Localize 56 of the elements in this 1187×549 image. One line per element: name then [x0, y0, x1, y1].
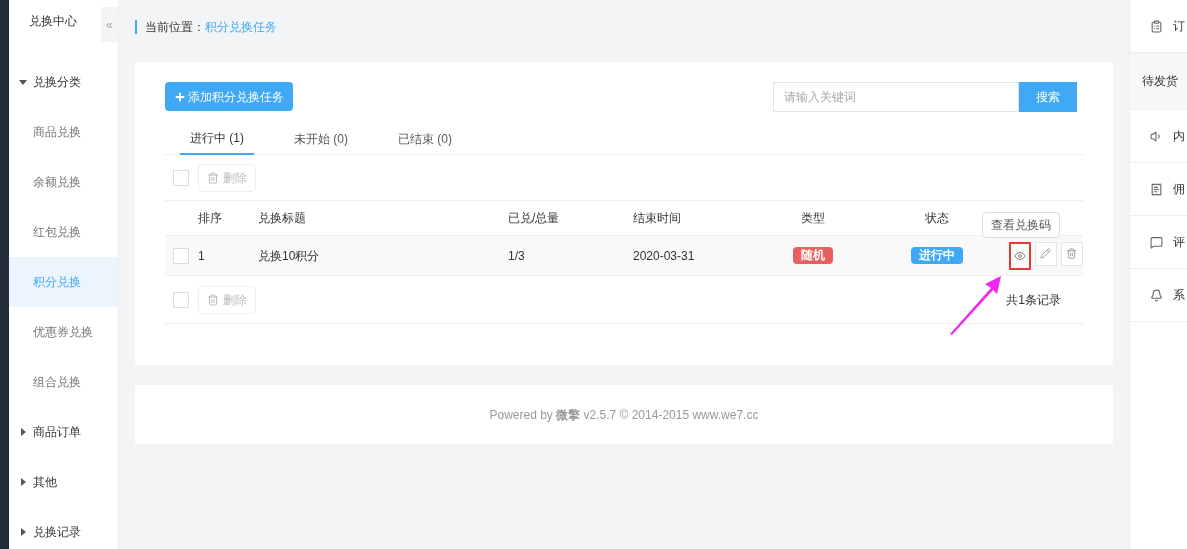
checkbox[interactable] [172, 247, 189, 264]
panel-item[interactable]: 待发货 [1129, 53, 1187, 110]
caret-right-icon [18, 428, 27, 436]
sidebar-item[interactable]: 优惠券兑换 [8, 307, 118, 357]
column-header: 结束时间 [632, 210, 681, 227]
panel-item[interactable]: 佣 [1129, 163, 1187, 216]
sidebar-group[interactable]: 兑换记录 [8, 507, 118, 549]
checkbox[interactable] [172, 291, 189, 308]
column-header: 兑换标题 [257, 210, 306, 227]
table-cell-text: 兑换10积分 [257, 247, 321, 265]
speaker-icon [1149, 129, 1163, 143]
bell-icon [1149, 288, 1163, 302]
sidebar-item[interactable]: 红包兑换 [8, 207, 118, 257]
column-header: 排序 [197, 210, 222, 227]
panel-item[interactable]: 内 [1129, 110, 1187, 163]
search-field[interactable]: 请输入关键词 [772, 82, 1019, 112]
sidebar-group[interactable]: 兑换分类 [8, 57, 118, 107]
sidebar-item[interactable]: 组合兑换 [8, 357, 118, 407]
trash-icon [1066, 248, 1078, 259]
view-codes-button[interactable] [1008, 241, 1031, 270]
trash-icon [206, 293, 219, 306]
column-header: 类型 [800, 210, 825, 227]
sidebar-item[interactable]: 余额兑换 [8, 157, 118, 207]
type-tag: 随机 [792, 247, 833, 264]
receipt-icon [1149, 182, 1163, 196]
caret-right-icon [18, 478, 27, 486]
footer-text: Powered by 微擎 v2.5.7 © 2014-2015 www.we7.cc [489, 406, 759, 424]
sidebar-title: 兑换中心 [27, 13, 78, 30]
edit-button[interactable] [1034, 241, 1057, 266]
panel-item[interactable]: 系 [1129, 269, 1187, 322]
table-cell-text: 1 [197, 247, 206, 265]
sidebar-group[interactable]: 商品订单 [8, 407, 118, 457]
column-header: 状态 [924, 210, 949, 227]
trash-icon [206, 171, 219, 184]
record-count: 共1条记录 [1006, 291, 1061, 309]
caret-right-icon [18, 528, 27, 536]
checkbox[interactable] [172, 169, 189, 186]
plus-icon [173, 90, 186, 103]
tab[interactable]: 已结束 (0) [387, 123, 462, 155]
clipboard-icon [1149, 19, 1163, 33]
tooltip: 查看兑换码 [981, 211, 1060, 238]
sidebar-group[interactable]: 其他 [8, 457, 118, 507]
pencil-icon [1040, 248, 1052, 259]
eye-icon [1013, 249, 1026, 262]
trash-button[interactable] [1060, 241, 1083, 266]
column-header: 已兑/总量 [507, 210, 560, 227]
table-cell-text: 1/3 [507, 247, 526, 265]
status-tag: 进行中 [910, 247, 963, 264]
panel-item[interactable]: 评 [1129, 216, 1187, 269]
sidebar-item[interactable]: 商品兑换 [8, 107, 118, 157]
breadcrumb-label: 当前位置： [144, 20, 205, 34]
caret-down-icon [18, 78, 27, 86]
tab[interactable]: 进行中 (1) [179, 123, 254, 155]
comment-icon [1149, 235, 1163, 249]
table-cell-text: 2020-03-31 [632, 247, 696, 265]
tab[interactable]: 未开始 (0) [283, 123, 358, 155]
